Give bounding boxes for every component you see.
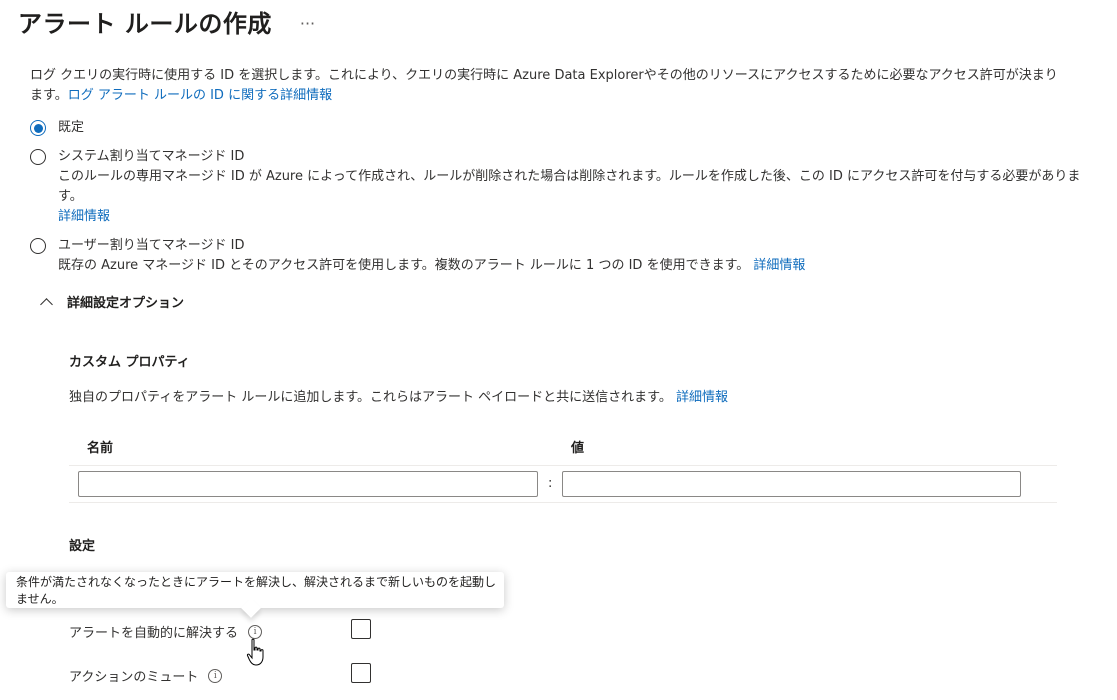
identity-learn-more-link[interactable]: ログ アラート ルールの ID に関する詳細情報: [68, 88, 332, 103]
mute-actions-setting: アクションのミュート i: [69, 666, 223, 685]
radio-description-user-assigned: 既存の Azure マネージド ID とそのアクセス許可を使用します。複数のアラ…: [58, 258, 750, 273]
table-divider: [69, 502, 1057, 503]
page-title: アラート ルールの作成: [18, 10, 272, 38]
table-divider: [69, 465, 1057, 466]
hand-cursor-icon: [246, 638, 264, 666]
radio-button-system-assigned[interactable]: [30, 149, 46, 165]
value-column-header: 値: [571, 441, 585, 456]
name-column-header: 名前: [87, 441, 114, 456]
more-options-icon[interactable]: ···: [300, 14, 315, 33]
custom-properties-description-text: 独自のプロパティをアラート ルールに追加します。これらはアラート ペイロードと共…: [69, 390, 672, 405]
auto-resolve-tooltip: 条件が満たされなくなったときにアラートを解決し、解決されるまで新しいものを起動し…: [6, 572, 504, 608]
identity-description: ログ クエリの実行時に使用する ID を選択します。これにより、クエリの実行時に…: [30, 66, 1062, 106]
custom-properties-title: カスタム プロパティ: [69, 355, 190, 370]
info-icon[interactable]: i: [248, 624, 263, 639]
info-icon[interactable]: i: [208, 668, 223, 683]
mute-actions-label: アクションのミュート: [69, 670, 199, 685]
radio-button-user-assigned[interactable]: [30, 238, 46, 254]
radio-option-user-assigned[interactable]: ユーザー割り当てマネージド ID 既存の Azure マネージド ID とそのア…: [30, 236, 1090, 276]
system-assigned-learn-more-link[interactable]: 詳細情報: [58, 207, 1090, 227]
radio-label-system-assigned: システム割り当てマネージド ID: [58, 149, 245, 164]
custom-properties-description: 独自のプロパティをアラート ルールに追加します。これらはアラート ペイロードと共…: [69, 386, 728, 405]
user-assigned-learn-more-link[interactable]: 詳細情報: [753, 258, 805, 273]
radio-option-default[interactable]: 既定: [30, 118, 1090, 138]
radio-label-default: 既定: [58, 120, 85, 135]
radio-button-default[interactable]: [30, 120, 46, 136]
radio-description-system-assigned: このルールの専用マネージド ID が Azure によって作成され、ルールが削除…: [58, 169, 1081, 204]
advanced-options-header: 詳細設定オプション: [67, 296, 185, 311]
identity-radio-group: 既定 システム割り当てマネージド ID このルールの専用マネージド ID が A…: [30, 118, 1090, 284]
settings-title: 設定: [69, 539, 96, 554]
auto-resolve-setting: アラートを自動的に解決する i: [69, 622, 263, 641]
chevron-up-icon: [40, 297, 53, 311]
property-value-input[interactable]: [562, 471, 1021, 497]
auto-resolve-checkbox[interactable]: [351, 619, 371, 639]
property-name-input[interactable]: [78, 471, 538, 497]
custom-properties-learn-more-link[interactable]: 詳細情報: [676, 390, 728, 405]
radio-option-system-assigned[interactable]: システム割り当てマネージド ID このルールの専用マネージド ID が Azur…: [30, 147, 1090, 227]
auto-resolve-label: アラートを自動的に解決する: [69, 626, 239, 641]
page-header: アラート ルールの作成 ···: [18, 4, 315, 39]
advanced-options-toggle[interactable]: 詳細設定オプション: [40, 292, 185, 311]
radio-label-user-assigned: ユーザー割り当てマネージド ID: [58, 238, 245, 253]
name-value-separator: :: [548, 476, 553, 491]
mute-actions-checkbox[interactable]: [351, 663, 371, 683]
tooltip-text: 条件が満たされなくなったときにアラートを解決し、解決されるまで新しいものを起動し…: [16, 575, 497, 606]
